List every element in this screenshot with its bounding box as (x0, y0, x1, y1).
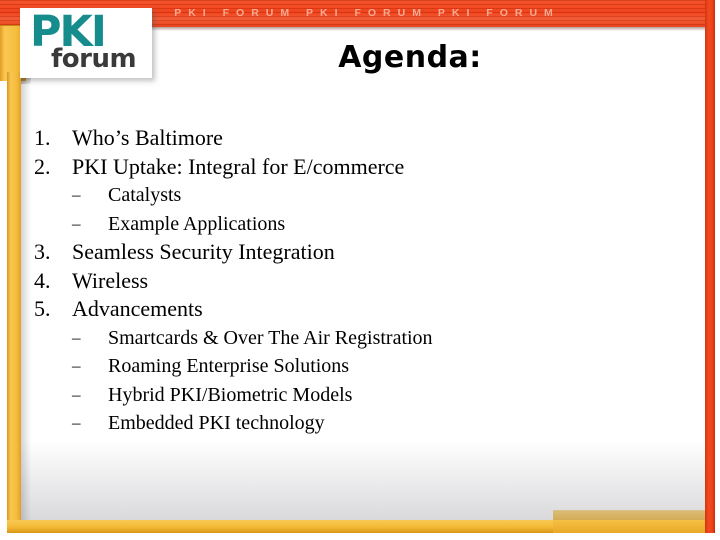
list-item: 4. Wireless (30, 267, 680, 296)
list-item: 2. PKI Uptake: Integral for E/commerce (30, 153, 680, 182)
right-outer-margin (715, 0, 720, 540)
slide-title: Agenda: (338, 40, 482, 75)
list-item-number: 5. (34, 296, 51, 321)
right-red-border (705, 0, 715, 540)
list-item: 5. Advancements (30, 295, 680, 324)
list-item-label: Advancements (72, 296, 203, 321)
sub-list-item: – Catalysts (30, 181, 680, 210)
gold-left-border (7, 72, 21, 520)
dash-bullet-icon: – (72, 384, 81, 404)
list-item-label: Who’s Baltimore (72, 125, 223, 150)
list-item-number: 4. (34, 267, 51, 293)
dash-bullet-icon: – (72, 213, 81, 233)
list-item-label: PKI Uptake: Integral for E/commerce (72, 153, 405, 179)
list-item: 3. Seamless Security Integration (30, 238, 680, 267)
sub-list-item-label: Example Applications (108, 212, 286, 235)
bottom-outer-margin (0, 533, 720, 540)
list-item-number: 2. (34, 153, 51, 179)
sub-list-item-label: Roaming Enterprise Solutions (108, 355, 350, 377)
dash-bullet-icon: – (72, 185, 81, 204)
list-item-label: Seamless Security Integration (72, 239, 335, 264)
gold-bottom-step (553, 510, 705, 533)
sub-list-item: – Embedded PKI technology (30, 409, 680, 438)
presentation-slide: PKI FORUM PKI FORUM PKI FORUM PKI forum … (0, 0, 720, 540)
sub-list-item: – Hybrid PKI/Biometric Models (30, 381, 680, 410)
sub-list-item-label: Hybrid PKI/Biometric Models (108, 383, 353, 406)
agenda-list: 1. Who’s Baltimore 2. PKI Uptake: Integr… (30, 124, 680, 438)
pki-forum-logo: PKI forum (20, 8, 152, 78)
sub-list-item: – Roaming Enterprise Solutions (30, 352, 680, 381)
sub-list-item: – Example Applications (30, 210, 680, 239)
logo-secondary-text: forum (51, 44, 137, 74)
list-item-number: 1. (34, 125, 51, 150)
dash-bullet-icon: – (72, 413, 81, 432)
sub-list-item-label: Smartcards & Over The Air Registration (108, 326, 433, 349)
dash-bullet-icon: – (72, 327, 81, 347)
sub-list-item-label: Catalysts (108, 184, 182, 206)
list-item: 1. Who’s Baltimore (30, 124, 680, 153)
sub-list-item-label: Embedded PKI technology (108, 412, 325, 434)
gold-bottom-border (7, 520, 559, 533)
list-item-number: 3. (34, 239, 51, 264)
dash-bullet-icon: – (72, 356, 81, 375)
sub-list-item: – Smartcards & Over The Air Registration (30, 324, 680, 353)
list-item-label: Wireless (72, 267, 149, 293)
